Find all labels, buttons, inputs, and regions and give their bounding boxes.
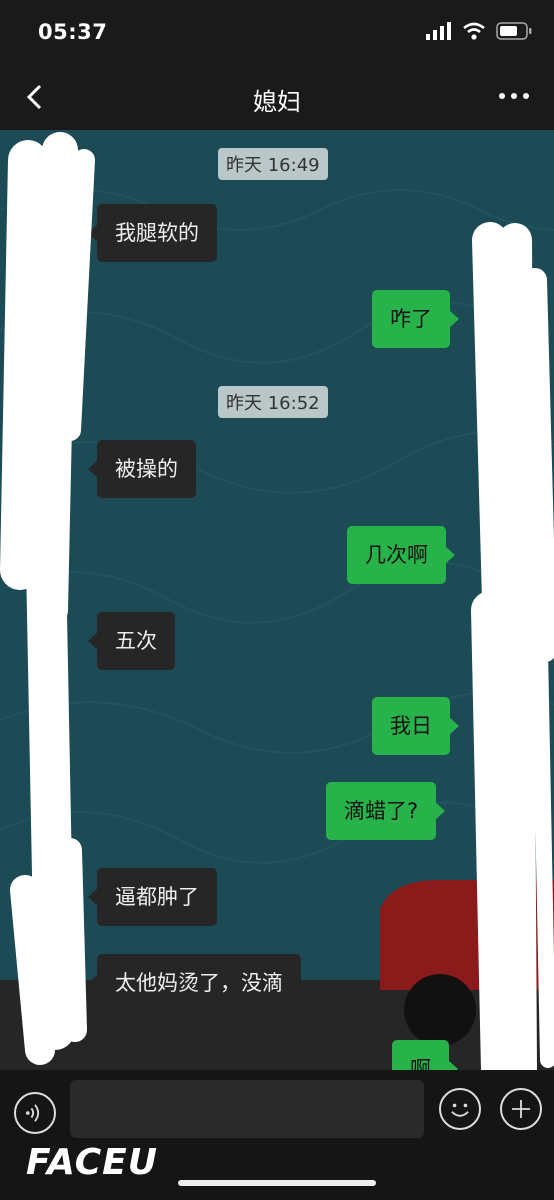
chat-area[interactable]: 昨天 16:49 我腿软的 咋了 昨天 16:52 被操的 几次啊 五次 我日 … [0, 130, 554, 1070]
signal-icon [426, 22, 451, 40]
status-icons [426, 22, 532, 40]
chat-title: 媳妇 [253, 88, 301, 116]
more-icon[interactable] [498, 84, 530, 108]
plus-icon[interactable] [500, 1088, 542, 1130]
battery-icon [496, 22, 532, 40]
status-bar: 05:37 [0, 0, 554, 64]
redaction-scribble [0, 132, 554, 1070]
message-input[interactable] [70, 1080, 424, 1138]
emoji-icon[interactable] [439, 1088, 481, 1130]
status-time: 05:37 [38, 20, 108, 44]
input-bar: FACEU [0, 1070, 554, 1200]
wifi-icon [463, 22, 485, 40]
faceu-watermark: FACEU [26, 1142, 158, 1183]
home-indicator [178, 1180, 376, 1186]
nav-bar: 媳妇 [0, 64, 554, 130]
voice-icon[interactable] [14, 1092, 56, 1134]
